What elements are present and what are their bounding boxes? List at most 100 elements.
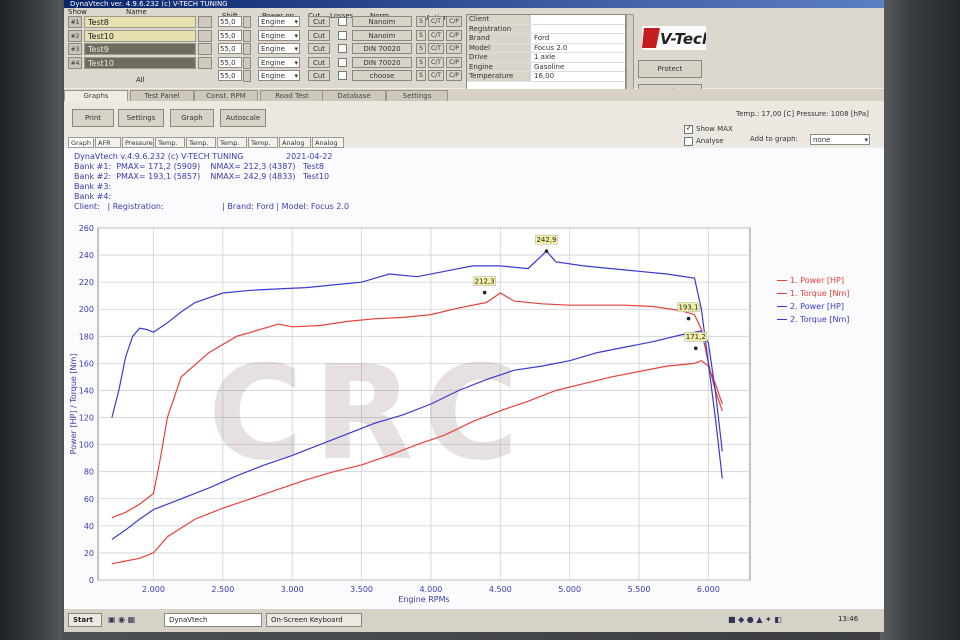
bank-name-field[interactable]: Test9 (84, 43, 196, 55)
info-value[interactable]: Gasoline (531, 63, 625, 72)
x-tick-label: 3.500 (350, 585, 373, 594)
norm-button[interactable]: DIN 70020 (352, 43, 412, 54)
norm-button[interactable]: Nanoim (352, 16, 412, 27)
subtab-analog-2[interactable]: Analog 2 (312, 137, 344, 157)
info-key: Client (467, 15, 531, 24)
action-cp-button[interactable]: C/P (446, 70, 462, 81)
bank-show-toggle[interactable]: #4 (68, 56, 82, 69)
action-s-button[interactable]: S (416, 56, 426, 68)
bank-open-button[interactable] (198, 43, 212, 55)
shift-input[interactable]: 55,0 (218, 43, 242, 54)
start-button[interactable]: Start (68, 613, 102, 627)
x-tick-label: 3.000 (281, 585, 304, 594)
show-max-checkbox[interactable]: ✓ (684, 124, 693, 134)
action-cp-button[interactable]: C/P (446, 29, 462, 41)
subtab-pressure[interactable]: Pressure (122, 137, 154, 148)
info-scrollbar[interactable] (626, 14, 634, 96)
info-key: Engine (467, 62, 531, 71)
bank-open-button[interactable] (198, 16, 212, 28)
subtab-analog-1[interactable]: Analog 1 (279, 137, 311, 157)
power-on-select[interactable]: Engine (258, 43, 300, 54)
tab-test-panel[interactable]: Test Panel (130, 90, 194, 101)
losses-checkbox[interactable] (338, 44, 347, 53)
svg-text:V-Tech: V-Tech (660, 30, 706, 48)
losses-checkbox[interactable] (338, 57, 347, 67)
shift-spin-button[interactable] (243, 56, 251, 69)
power-on-select[interactable]: Engine (258, 70, 300, 81)
cut-button[interactable]: Cut (308, 29, 330, 41)
analyse-label: Analyse (696, 137, 724, 145)
tab-road-test[interactable]: Road Test (260, 90, 324, 101)
info-value[interactable] (531, 15, 625, 24)
quicklaunch-icon[interactable]: ▣ ◉ ▦ (108, 615, 135, 624)
bank-show-toggle[interactable]: #1 (68, 16, 82, 28)
info-value[interactable]: Ford (531, 34, 625, 43)
subtab-temp-a[interactable]: Temp. A (155, 137, 185, 157)
norm-button[interactable]: DIN 70020 (352, 56, 412, 68)
info-row: Drive 1 axle (467, 53, 625, 63)
action-ct-button[interactable]: C/T (428, 16, 444, 27)
norm-button[interactable]: Nanoim (352, 29, 412, 41)
bank-show-toggle[interactable]: #3 (68, 43, 82, 55)
cut-button[interactable]: Cut (308, 56, 330, 68)
shift-input[interactable]: 55,0 (218, 56, 242, 68)
cut-button[interactable]: Cut (308, 43, 330, 54)
graph-button[interactable]: Graph (170, 109, 214, 127)
shift-input[interactable]: 55,0 (218, 29, 242, 41)
taskbar-app-keyboard[interactable]: On-Screen Keyboard (266, 613, 362, 627)
shift-input[interactable]: 55,0 (218, 70, 242, 81)
subtab-graph[interactable]: Graph (68, 137, 94, 148)
info-value[interactable]: 16,00 (531, 72, 625, 81)
subtab-temp-b[interactable]: Temp. B (186, 137, 216, 157)
subtab-temp-c[interactable]: Temp. C (217, 137, 247, 157)
subtab-temp-d[interactable]: Temp. D (248, 137, 278, 157)
action-ct-button[interactable]: C/T (428, 70, 444, 81)
info-value[interactable] (531, 25, 625, 34)
shift-spin-button[interactable] (243, 29, 251, 42)
action-s-button[interactable]: S (416, 70, 426, 81)
power-on-select[interactable]: Engine (258, 29, 300, 41)
losses-checkbox[interactable] (338, 30, 347, 40)
action-cp-button[interactable]: C/P (446, 16, 462, 27)
tab-settings[interactable]: Settings (386, 90, 448, 101)
settings-button[interactable]: Settings (118, 109, 164, 127)
add-to-graph-select[interactable]: none (810, 134, 870, 145)
tab-graphs[interactable]: Graphs (64, 90, 128, 101)
action-ct-button[interactable]: C/T (428, 43, 444, 54)
autoscale-button[interactable]: Autoscale (220, 109, 266, 127)
taskbar-app-dynavtech[interactable]: DynaVtech (164, 613, 262, 627)
shift-spin-button[interactable] (243, 70, 251, 82)
shift-spin-button[interactable] (243, 16, 251, 28)
bank-name-field[interactable]: Test10 (84, 56, 196, 69)
action-cp-button[interactable]: C/P (446, 43, 462, 54)
action-s-button[interactable]: S (416, 16, 426, 27)
norm-button[interactable]: choose (352, 70, 412, 81)
losses-checkbox[interactable] (338, 17, 347, 26)
cut-button[interactable]: Cut (308, 16, 330, 27)
action-ct-button[interactable]: C/T (428, 56, 444, 68)
losses-checkbox[interactable] (338, 71, 347, 80)
bank-name-field[interactable]: Test8 (84, 16, 196, 28)
print-button[interactable]: Print (72, 109, 114, 127)
analyse-checkbox[interactable] (684, 137, 693, 146)
shift-input[interactable]: 55,0 (218, 16, 242, 27)
tab-const-rpm[interactable]: Const. RPM (194, 90, 258, 101)
shift-spin-button[interactable] (243, 43, 251, 55)
bank-open-button[interactable] (198, 29, 212, 42)
action-s-button[interactable]: S (416, 29, 426, 41)
cut-button[interactable]: Cut (308, 70, 330, 81)
info-value[interactable]: 1 axle (531, 53, 625, 62)
tab-database[interactable]: Database (322, 90, 386, 101)
bank-open-button[interactable] (198, 56, 212, 69)
action-s-button[interactable]: S (416, 43, 426, 54)
action-ct-button[interactable]: C/T (428, 29, 444, 41)
power-on-select[interactable]: Engine (258, 16, 300, 27)
bank-name-field[interactable]: Test10 (84, 29, 196, 42)
monitor-bezel-left (0, 0, 62, 640)
subtab-afr[interactable]: AFR (95, 137, 121, 148)
protect-button[interactable]: Protect (638, 60, 702, 78)
power-on-select[interactable]: Engine (258, 56, 300, 68)
bank-show-toggle[interactable]: #2 (68, 29, 82, 42)
info-value[interactable]: Focus 2.0 (531, 44, 625, 53)
action-cp-button[interactable]: C/P (446, 56, 462, 68)
